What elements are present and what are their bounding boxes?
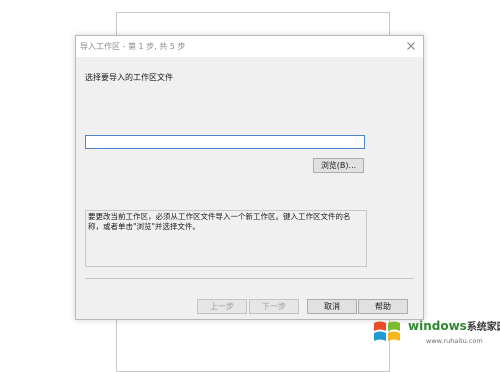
footer-separator (85, 278, 414, 279)
previous-step-button[interactable]: 上一步 (197, 299, 247, 314)
windows-logo-icon (374, 321, 400, 341)
workspace-file-path-input[interactable] (85, 135, 365, 149)
watermark-brand-en: windows (408, 319, 467, 333)
browse-button[interactable]: 浏览(B)... (313, 158, 364, 173)
close-button[interactable] (401, 37, 421, 55)
description-box: 要更改当前工作区，必须从工作区文件导入一个新工作区。键入工作区文件的名称，或者单… (85, 210, 367, 267)
description-text: 要更改当前工作区，必须从工作区文件导入一个新工作区。键入工作区文件的名称，或者单… (88, 212, 351, 231)
import-workspace-dialog: 导入工作区 - 第 1 步, 共 5 步 选择要导入的工作区文件 浏览(B)..… (75, 35, 424, 320)
watermark-brand: windows系统家园 (408, 318, 500, 333)
cancel-button[interactable]: 取消 (307, 299, 357, 314)
dialog-title: 导入工作区 - 第 1 步, 共 5 步 (80, 42, 186, 51)
watermark-url: www.ruhaitu.com (426, 337, 483, 345)
select-file-label: 选择要导入的工作区文件 (85, 73, 173, 82)
dialog-titlebar: 导入工作区 - 第 1 步, 共 5 步 (76, 36, 423, 57)
close-icon (407, 42, 415, 50)
site-watermark: windows系统家园 www.ruhaitu.com (370, 312, 500, 354)
watermark-brand-cn: 系统家园 (466, 322, 500, 333)
next-step-button[interactable]: 下一步 (249, 299, 299, 314)
